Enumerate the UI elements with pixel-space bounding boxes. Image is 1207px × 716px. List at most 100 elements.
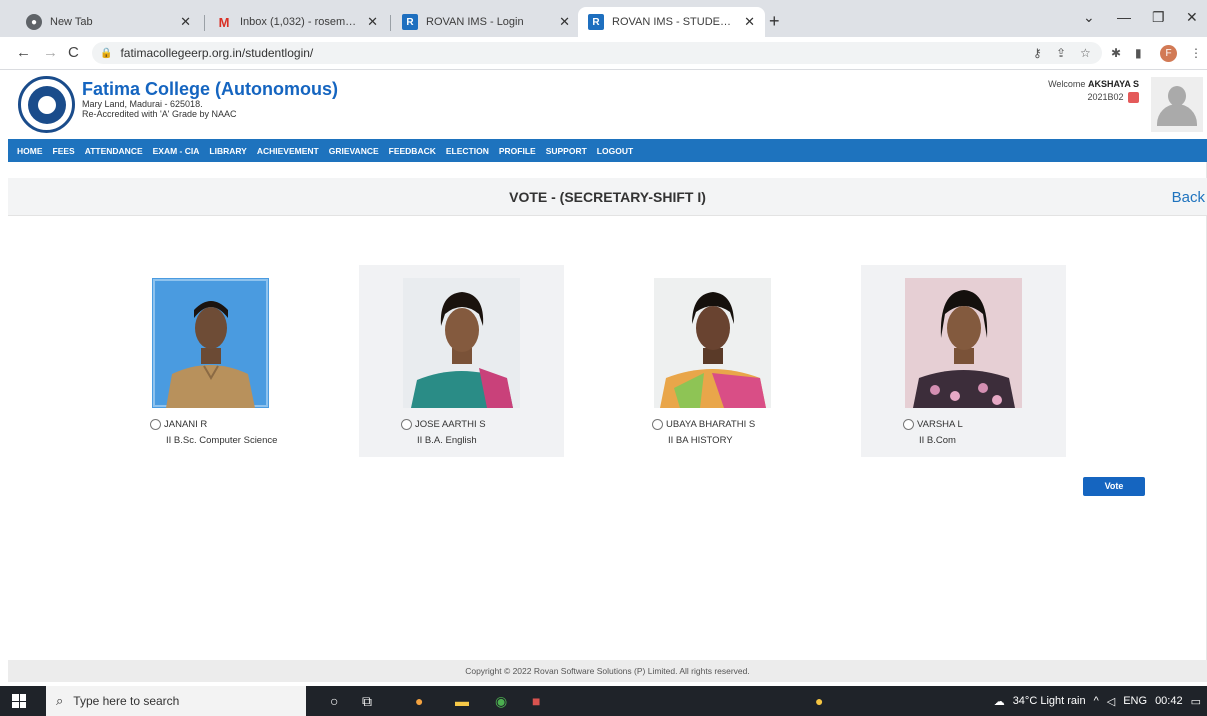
- candidate-radio[interactable]: [652, 419, 663, 430]
- tab-new-tab[interactable]: ● New Tab ✕: [16, 7, 201, 37]
- menu-item-fees[interactable]: FEES: [53, 146, 75, 156]
- candidate-card: JOSE AARTHI S II B.A. English: [359, 265, 564, 457]
- notification-icon[interactable]: ▭: [1191, 695, 1201, 708]
- back-link[interactable]: Back: [1172, 189, 1205, 206]
- lock-icon: 🔒: [100, 47, 113, 59]
- power-icon[interactable]: [1128, 92, 1139, 104]
- candidate-option[interactable]: JANANI R: [150, 419, 207, 430]
- rovan-icon: R: [402, 14, 418, 30]
- close-icon[interactable]: ✕: [744, 14, 755, 30]
- candidate-name: VARSHA L: [917, 419, 963, 430]
- candidate-department: II B.A. English: [417, 435, 477, 446]
- taskbar-search[interactable]: ⌕ Type here to search: [46, 686, 306, 716]
- close-icon[interactable]: ✕: [367, 14, 378, 30]
- menu-item-attendance[interactable]: ATTENDANCE: [85, 146, 143, 156]
- cortana-icon[interactable]: ○: [330, 693, 338, 709]
- windows-taskbar: ⌕ Type here to search ○ ⧉ ● ▬ ◉ ■ ● ☁ 34…: [0, 686, 1207, 716]
- cloud-icon: ☁: [993, 695, 1005, 708]
- menu-item-profile[interactable]: PROFILE: [499, 146, 536, 156]
- candidate-card: UBAYA BHARATHI S II BA HISTORY: [610, 265, 815, 457]
- tab-rovan-login[interactable]: R ROVAN IMS - Login ✕: [392, 7, 580, 37]
- tab-search-icon[interactable]: ⌄: [1083, 9, 1095, 26]
- candidate-name: JANANI R: [164, 419, 208, 430]
- reload-icon[interactable]: C: [68, 44, 79, 61]
- page-footer: Copyright © 2022 Rovan Software Solution…: [8, 660, 1207, 682]
- back-arrow-icon[interactable]: ←: [16, 44, 31, 61]
- help-icon[interactable]: ●: [815, 693, 823, 709]
- share-icon[interactable]: ⇪: [1056, 46, 1066, 60]
- menu-item-feedback[interactable]: FEEDBACK: [389, 146, 436, 156]
- new-tab-button[interactable]: +: [769, 11, 780, 32]
- menu-item-election[interactable]: ELECTION: [446, 146, 489, 156]
- restore-icon[interactable]: ❐: [1152, 9, 1165, 26]
- key-icon[interactable]: ⚷: [1033, 46, 1042, 60]
- page-title: VOTE - (SECRETARY-SHIFT I): [509, 189, 706, 205]
- candidate-photo: [403, 278, 520, 408]
- chrome-taskbar-icon[interactable]: ◉: [495, 693, 507, 710]
- candidate-department: II BA HISTORY: [668, 435, 733, 446]
- address-bar[interactable]: 🔒 fatimacollegeerp.org.in/studentlogin/: [92, 42, 1102, 64]
- system-tray: ☁ 34°C Light rain ^ ◁ ENG 00:42 ▭: [986, 686, 1201, 716]
- college-address: Mary Land, Madurai - 625018. Re-Accredit…: [82, 99, 237, 119]
- menu-item-exam-cia[interactable]: EXAM - CIA: [153, 146, 200, 156]
- college-name: Fatima College (Autonomous): [82, 79, 338, 99]
- menu-item-grievance[interactable]: GRIEVANCE: [329, 146, 379, 156]
- tab-separator: [390, 15, 391, 31]
- candidate-option[interactable]: JOSE AARTHI S: [401, 419, 486, 430]
- candidate-department: II B.Sc. Computer Science: [166, 435, 278, 446]
- firefox-icon[interactable]: ●: [415, 693, 423, 709]
- close-icon[interactable]: ✕: [180, 14, 191, 30]
- welcome-block: Welcome AKSHAYA S 2021B02: [1048, 78, 1139, 104]
- menu-item-achievement[interactable]: ACHIEVEMENT: [257, 146, 319, 156]
- vote-panel: VOTE - (SECRETARY-SHIFT I) Back JANANI R…: [8, 162, 1207, 660]
- task-view-icon[interactable]: ⧉: [362, 693, 372, 710]
- forward-arrow-icon[interactable]: →: [43, 44, 58, 61]
- powerpoint-icon[interactable]: ■: [532, 693, 540, 709]
- tab-gmail-inbox[interactable]: M Inbox (1,032) - rosemary14d@gm ✕: [206, 7, 388, 37]
- menu-kebab-icon[interactable]: ⋮: [1190, 46, 1202, 60]
- site-header: Fatima College (Autonomous) Mary Land, M…: [8, 70, 1207, 140]
- menu-item-support[interactable]: SUPPORT: [546, 146, 587, 156]
- window-close-icon[interactable]: ✕: [1186, 9, 1198, 26]
- tab-rovan-student-login[interactable]: R ROVAN IMS - STUDENT LOGIN ✕: [578, 7, 765, 37]
- bookmark-star-icon[interactable]: ☆: [1080, 46, 1091, 60]
- rovan-icon: R: [588, 14, 604, 30]
- minimize-icon[interactable]: —: [1117, 9, 1131, 25]
- main-menu: HOME FEES ATTENDANCE EXAM - CIA LIBRARY …: [8, 139, 1207, 162]
- taskbar-search-placeholder: Type here to search: [73, 694, 180, 708]
- candidate-photo: [654, 278, 771, 408]
- candidate-radio[interactable]: [903, 419, 914, 430]
- extensions-icon[interactable]: ✱: [1111, 46, 1121, 60]
- candidate-department: II B.Com: [919, 435, 956, 446]
- weather-text[interactable]: 34°C Light rain: [1013, 695, 1086, 707]
- file-explorer-icon[interactable]: ▬: [455, 693, 469, 709]
- candidate-radio[interactable]: [150, 419, 161, 430]
- candidate-option[interactable]: VARSHA L: [903, 419, 963, 430]
- gmail-icon: M: [218, 14, 230, 30]
- url-text: fatimacollegeerp.org.in/studentlogin/: [120, 46, 314, 60]
- accreditation-line: Re-Accredited with 'A' Grade by NAAC: [82, 109, 237, 119]
- candidate-name: UBAYA BHARATHI S: [666, 419, 756, 430]
- candidate-card: VARSHA L II B.Com: [861, 265, 1066, 457]
- chevron-up-icon[interactable]: ^: [1094, 695, 1099, 707]
- tab-separator: [204, 15, 205, 31]
- college-logo: [18, 76, 75, 133]
- vote-button[interactable]: Vote: [1083, 477, 1145, 496]
- speaker-icon[interactable]: ◁: [1107, 695, 1115, 708]
- profile-avatar[interactable]: F: [1160, 45, 1177, 62]
- language-indicator[interactable]: ENG: [1123, 695, 1147, 707]
- tab-title: ROVAN IMS - STUDENT LOGIN: [612, 16, 738, 28]
- clock[interactable]: 00:42: [1155, 695, 1183, 707]
- user-photo-placeholder: [1151, 77, 1203, 132]
- tab-title: Inbox (1,032) - rosemary14d@gm: [240, 16, 361, 28]
- candidate-option[interactable]: UBAYA BHARATHI S: [652, 419, 755, 430]
- close-icon[interactable]: ✕: [559, 14, 570, 30]
- candidate-radio[interactable]: [401, 419, 412, 430]
- menu-item-library[interactable]: LIBRARY: [209, 146, 246, 156]
- address-line: Mary Land, Madurai - 625018.: [82, 99, 203, 109]
- user-id: 2021B02: [1087, 92, 1124, 102]
- menu-item-logout[interactable]: LOGOUT: [597, 146, 633, 156]
- windows-start-icon[interactable]: [12, 694, 26, 708]
- menu-item-home[interactable]: HOME: [17, 146, 43, 156]
- side-panel-icon[interactable]: ▮: [1135, 46, 1142, 60]
